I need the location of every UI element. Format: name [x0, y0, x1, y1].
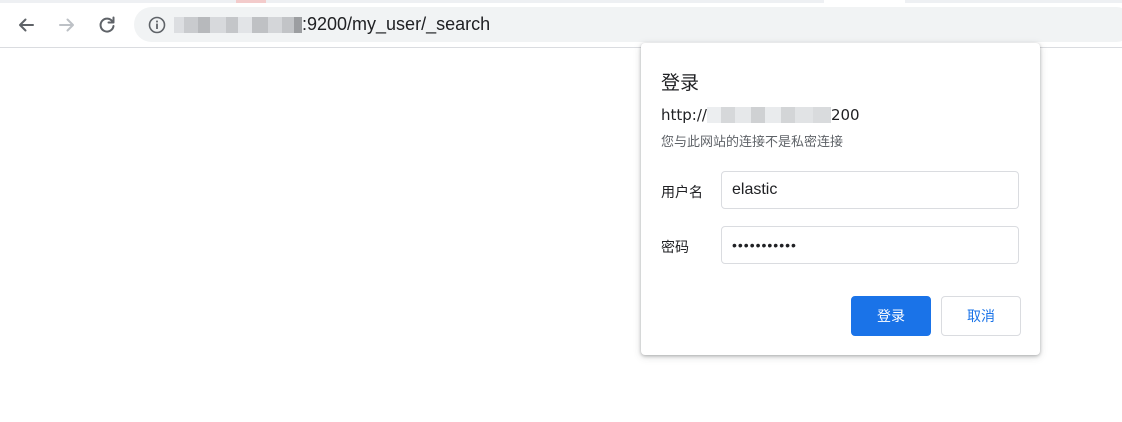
- address-bar[interactable]: :9200/my_user/_search: [134, 7, 1122, 42]
- origin-suffix: 200: [830, 106, 860, 124]
- url-text: :9200/my_user/_search: [302, 14, 491, 34]
- cancel-button[interactable]: 取消: [941, 296, 1021, 336]
- reload-icon: [99, 16, 115, 33]
- tab-strip-edge: [0, 0, 1122, 3]
- arrow-left-icon: [19, 18, 34, 32]
- dialog-title: 登录: [661, 72, 700, 94]
- reload-button[interactable]: [92, 10, 122, 40]
- dialog-origin: http:// 200: [661, 105, 860, 125]
- forward-button[interactable]: [52, 10, 82, 40]
- password-label: 密码: [661, 240, 689, 256]
- redacted-origin: [706, 107, 831, 123]
- login-dialog: 登录 http:// 200 您与此网站的连接不是私密连接 用户名 密码 登录 …: [641, 43, 1040, 355]
- origin-prefix: http://: [661, 106, 707, 124]
- username-label: 用户名: [661, 185, 703, 201]
- password-field[interactable]: [721, 226, 1019, 264]
- browser-window: :9200/my_user/_search 登录 http:// 200 您与此…: [0, 0, 1122, 422]
- info-icon[interactable]: [148, 16, 166, 34]
- browser-toolbar: :9200/my_user/_search: [0, 0, 1122, 48]
- arrow-right-icon: [59, 18, 74, 32]
- connection-warning: 您与此网站的连接不是私密连接: [661, 135, 844, 150]
- back-button[interactable]: [11, 10, 41, 40]
- username-field[interactable]: [721, 171, 1019, 209]
- login-button[interactable]: 登录: [851, 296, 931, 336]
- redacted-host: [174, 17, 302, 33]
